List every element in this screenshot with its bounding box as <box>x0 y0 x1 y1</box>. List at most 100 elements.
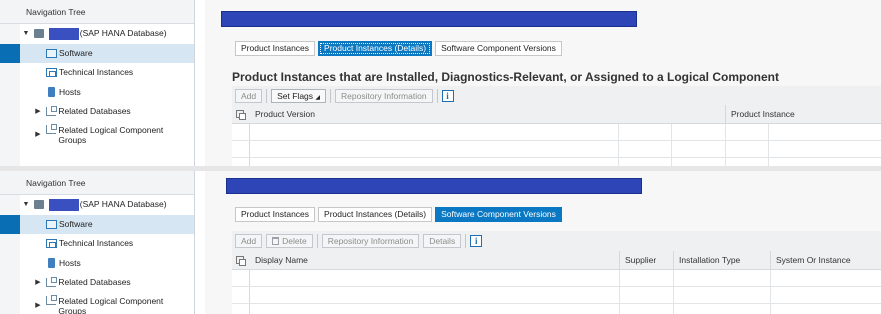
info-icon[interactable]: i <box>441 90 454 102</box>
navigation-tree: Navigation Tree ▼ (SAP HANA Database) So… <box>0 171 195 314</box>
redacted-title-bar <box>226 178 642 194</box>
expand-icon[interactable]: ▶ <box>32 122 44 140</box>
nav-item-label: Technical Instances <box>59 238 134 248</box>
nav-item-label: Software <box>59 218 93 229</box>
system-icon <box>34 200 45 210</box>
column-header-display-name[interactable]: Display Name <box>250 251 308 270</box>
software-component-versions-table: Display Name Supplier Installation Type … <box>232 251 881 314</box>
table-row[interactable] <box>232 124 881 141</box>
table-row[interactable] <box>232 287 881 304</box>
toolbar: Add Set Flags ◢ Repository Information i <box>232 86 881 106</box>
select-all-icon[interactable] <box>232 105 250 124</box>
table-row[interactable] <box>232 141 881 158</box>
nav-item-label: Software <box>59 47 93 58</box>
column-header-system-or-instance[interactable]: System Or Instance <box>770 251 851 270</box>
toolbar-divider <box>330 89 332 103</box>
add-button[interactable]: Add <box>235 234 263 248</box>
nav-item-software[interactable]: Software <box>0 43 194 63</box>
nav-root-system[interactable]: ▼ (SAP HANA Database) <box>20 24 194 44</box>
nav-item-related-databases[interactable]: ▶ Related Databases <box>20 273 194 293</box>
expand-icon[interactable]: ▶ <box>32 102 44 122</box>
technical-instances-icon <box>46 239 57 249</box>
tree-icon <box>46 123 58 134</box>
navigation-tree-title: Navigation Tree <box>0 171 194 195</box>
nav-item-technical-instances[interactable]: Technical Instances <box>20 63 194 83</box>
nav-root-label: (SAP HANA Database) <box>79 199 167 209</box>
nav-item-label: Hosts <box>59 86 81 97</box>
select-all-icon[interactable] <box>232 251 250 270</box>
nav-item-label: Related Databases <box>58 277 131 287</box>
tree-icon <box>46 294 58 305</box>
nav-item-technical-instances[interactable]: Technical Instances <box>20 234 194 254</box>
nav-item-label: Technical Instances <box>59 67 134 77</box>
redacted-system-id <box>48 198 79 211</box>
nav-item-software[interactable]: Software <box>0 214 194 234</box>
expand-icon[interactable]: ▶ <box>32 273 44 293</box>
column-header-product-version[interactable]: Product Version <box>250 105 315 124</box>
main-content: Product Instances Product Instances (Det… <box>205 0 881 166</box>
tab-strip: Product Instances Product Instances (Det… <box>235 207 562 222</box>
nav-item-label: Related Databases <box>58 106 131 116</box>
navigation-tree-title: Navigation Tree <box>0 0 194 24</box>
repository-information-button[interactable]: Repository Information <box>335 89 433 103</box>
redacted-title-bar <box>221 11 637 27</box>
host-icon <box>48 87 55 98</box>
software-icon <box>46 219 57 229</box>
toolbar-divider <box>465 234 467 248</box>
nav-item-label: Related Logical Component Groups <box>58 295 164 314</box>
panel-software-component-versions: Navigation Tree ▼ (SAP HANA Database) So… <box>0 171 881 314</box>
trash-icon <box>272 237 280 245</box>
tab-product-instances[interactable]: Product Instances <box>235 207 316 222</box>
column-header-installation-type[interactable]: Installation Type <box>673 251 740 270</box>
toolbar: Add Delete Repository Information Detail… <box>232 231 881 251</box>
toolbar-divider <box>436 89 438 103</box>
column-header-supplier[interactable]: Supplier <box>619 251 656 270</box>
add-button[interactable]: Add <box>235 89 263 103</box>
nav-item-label: Hosts <box>59 257 81 268</box>
toolbar-divider <box>316 234 318 248</box>
navigation-tree: Navigation Tree ▼ (SAP HANA Database) So… <box>0 0 195 166</box>
system-icon <box>34 29 45 39</box>
collapse-icon[interactable]: ▼ <box>20 24 32 44</box>
column-header-product-instance[interactable]: Product Instance <box>725 105 795 124</box>
nav-item-related-logical-component-groups[interactable]: ▶ Related Logical Component Groups <box>20 293 194 314</box>
delete-label: Delete <box>282 236 307 246</box>
tab-product-instances-details[interactable]: Product Instances (Details) <box>318 41 433 56</box>
section-title: Product Instances that are Installed, Di… <box>232 70 779 84</box>
nav-item-label: Related Logical Component Groups <box>58 124 164 145</box>
main-content: Product Instances Product Instances (Det… <box>205 171 881 314</box>
tree-icon <box>46 277 58 288</box>
tab-product-instances[interactable]: Product Instances <box>235 41 316 56</box>
tab-strip: Product Instances Product Instances (Det… <box>235 41 562 56</box>
nav-gutter <box>0 195 20 314</box>
host-icon <box>48 258 55 269</box>
set-flags-button[interactable]: Set Flags ◢ <box>271 89 327 103</box>
table-row[interactable] <box>232 270 881 287</box>
table-header: Display Name Supplier Installation Type … <box>232 251 881 270</box>
expand-icon[interactable]: ▶ <box>32 293 44 311</box>
collapse-icon[interactable]: ▼ <box>20 195 32 215</box>
delete-button[interactable]: Delete <box>266 234 313 248</box>
info-icon[interactable]: i <box>470 235 483 247</box>
nav-item-hosts[interactable]: Hosts <box>20 83 194 103</box>
tab-product-instances-details[interactable]: Product Instances (Details) <box>318 207 433 222</box>
nav-item-related-logical-component-groups[interactable]: ▶ Related Logical Component Groups <box>20 122 194 148</box>
panel-product-instances-details: Navigation Tree ▼ (SAP HANA Database) So… <box>0 0 881 166</box>
details-button[interactable]: Details <box>423 234 462 248</box>
repository-information-button[interactable]: Repository Information <box>321 234 420 248</box>
software-icon <box>46 48 57 58</box>
tab-software-component-versions[interactable]: Software Component Versions <box>435 41 562 56</box>
dropdown-corner-icon: ◢ <box>315 95 321 101</box>
set-flags-label: Set Flags <box>277 91 314 101</box>
table-header: Product Version Product Instance <box>232 105 881 124</box>
toolbar-divider <box>266 89 268 103</box>
tree-icon <box>46 106 58 117</box>
tab-software-component-versions[interactable]: Software Component Versions <box>435 207 562 222</box>
redacted-system-id <box>48 27 79 40</box>
nav-root-label: (SAP HANA Database) <box>79 28 167 38</box>
nav-item-related-databases[interactable]: ▶ Related Databases <box>20 102 194 122</box>
technical-instances-icon <box>46 68 57 78</box>
nav-root-system[interactable]: ▼ (SAP HANA Database) <box>20 195 194 215</box>
product-instances-table: Product Version Product Instance <box>232 105 881 166</box>
nav-item-hosts[interactable]: Hosts <box>20 254 194 274</box>
